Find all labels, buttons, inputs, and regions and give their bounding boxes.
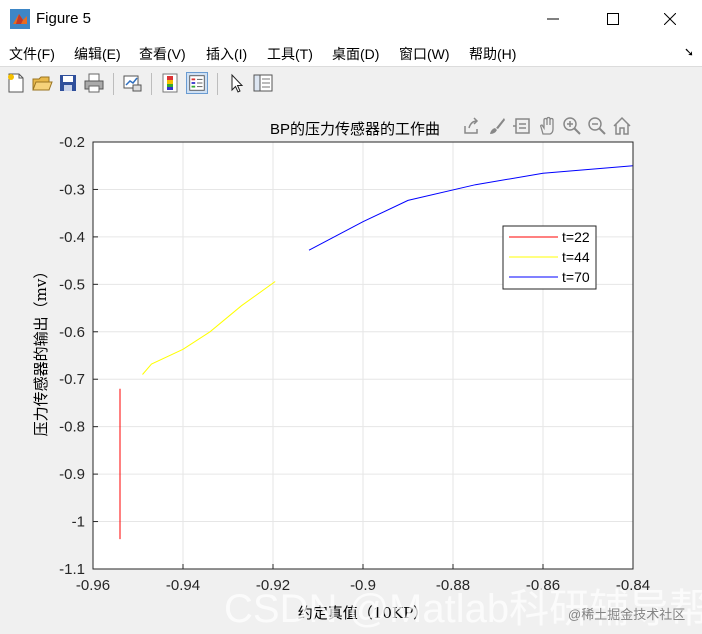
minimize-icon [547, 18, 559, 20]
menu-file[interactable]: 文件(F) [9, 44, 55, 64]
zoom-in-icon[interactable] [562, 116, 582, 136]
y-tick-label: -0.8 [59, 419, 85, 436]
x-tick-label: -0.88 [436, 577, 470, 594]
legend-label: t=44 [562, 249, 590, 265]
pan-icon[interactable] [537, 116, 557, 136]
legend-icon[interactable] [186, 72, 208, 94]
data-tips-icon[interactable] [512, 116, 532, 136]
menu-bar: 文件(F) 编辑(E) 查看(V) 插入(I) 工具(T) 桌面(D) 窗口(W… [0, 38, 702, 66]
menu-help[interactable]: 帮助(H) [469, 44, 516, 64]
toolbar-separator [113, 73, 114, 95]
dock-arrow-icon[interactable]: ➘ [684, 45, 694, 59]
property-inspector-icon[interactable] [252, 72, 274, 94]
legend-label: t=22 [562, 229, 590, 245]
y-tick-label: -0.6 [59, 324, 85, 341]
figure-canvas[interactable]: -0.96 -0.94 -0.92 -0.9 -0.88 -0.86 -0.84 -0.2 -0… [0, 100, 702, 628]
y-tick-label: -0.4 [59, 229, 85, 246]
window-title: Figure 5 [36, 10, 92, 27]
maximize-icon [607, 13, 619, 25]
legend-entries: t=22 t=44 t=70 [509, 229, 590, 285]
figure-window: Figure 5 文件(F) 编辑(E) 查看(V) 插入(I) 工具(T) 桌… [0, 0, 702, 631]
export-icon[interactable] [462, 116, 482, 136]
maximize-button[interactable] [588, 0, 638, 38]
save-icon[interactable] [57, 72, 79, 94]
menu-edit[interactable]: 编辑(E) [74, 44, 121, 64]
toolbar-separator [151, 73, 152, 95]
x-axis-label: 约定真值（10KP） [298, 604, 428, 622]
y-tick-label: -1.1 [59, 561, 85, 578]
zoom-out-icon[interactable] [587, 116, 607, 136]
toolbar-separator [217, 73, 218, 95]
link-plot-icon[interactable] [121, 72, 143, 94]
menu-tools[interactable]: 工具(T) [267, 44, 313, 64]
x-tick-label: -0.84 [616, 577, 650, 594]
matlab-icon [10, 9, 30, 29]
open-file-icon[interactable] [31, 72, 53, 94]
close-button[interactable] [645, 0, 695, 38]
y-tick-label: -0.3 [59, 181, 85, 198]
x-tick-label: -0.86 [526, 577, 560, 594]
x-tick-label: -0.94 [166, 577, 200, 594]
home-icon[interactable] [612, 116, 632, 136]
y-tick-label: -0.7 [59, 371, 85, 388]
y-tick-label: -1 [72, 514, 85, 531]
title-bar: Figure 5 [0, 0, 702, 38]
menu-window[interactable]: 窗口(W) [399, 44, 450, 64]
menu-view[interactable]: 查看(V) [139, 44, 186, 64]
menu-insert[interactable]: 插入(I) [206, 44, 247, 64]
menu-desktop[interactable]: 桌面(D) [332, 44, 379, 64]
legend-label: t=70 [562, 269, 590, 285]
y-axis-label: 压力传感器的输出（mv） [32, 264, 50, 437]
y-tick-label: -0.2 [59, 134, 85, 151]
y-tick-label: -0.5 [59, 276, 85, 293]
colorbar-icon[interactable] [159, 72, 181, 94]
legend[interactable]: t=22 t=44 t=70 [502, 225, 597, 290]
x-tick-label: -0.9 [350, 577, 376, 594]
brush-icon[interactable] [487, 116, 507, 136]
y-tick-label: -0.9 [59, 466, 85, 483]
new-figure-icon[interactable] [5, 72, 27, 94]
print-icon[interactable] [83, 72, 105, 94]
pointer-icon[interactable] [225, 72, 247, 94]
minimize-button[interactable] [528, 0, 578, 38]
figure-toolbar [0, 66, 702, 102]
close-icon [664, 13, 676, 25]
x-tick-label: -0.92 [256, 577, 290, 594]
chart-title: BP的压力传感器的工作曲 [270, 121, 440, 138]
x-tick-label: -0.96 [76, 577, 110, 594]
